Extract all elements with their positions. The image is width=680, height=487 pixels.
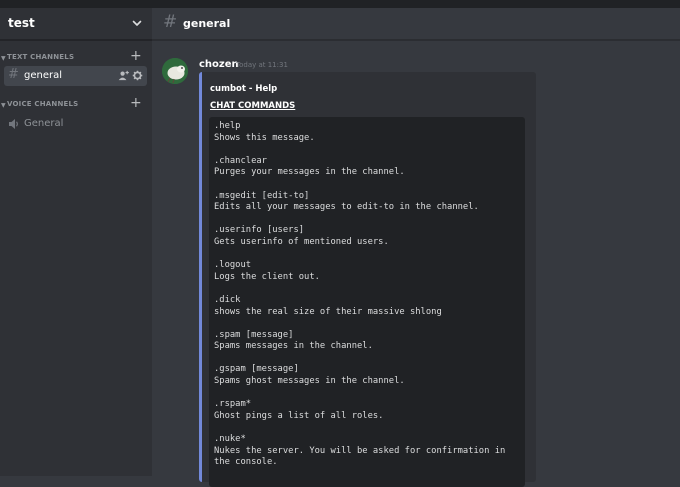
command-item: .userinfo [users] Gets userinfo of menti… [214,225,519,248]
channel-item-general[interactable]: # general [4,66,147,86]
command-description: Purges your messages in the channel. [214,167,405,178]
category-voice-channels[interactable]: ▼ VOICE CHANNELS + [0,96,152,112]
command-name: .spam [message] [214,329,294,340]
channel-header: # general [152,8,680,40]
command-name: .msgedit [edit-to] [214,190,310,201]
command-name: .rspam* [214,399,252,410]
command-description: Shows this message. [214,132,315,143]
channel-sidebar: test ▼ TEXT CHANNELS + # general ▼ VOICE… [0,8,152,476]
channel-name: General [24,118,64,129]
collapse-arrow-icon: ▼ [1,55,6,62]
category-label: VOICE CHANNELS [7,100,79,108]
command-list: .help Shows this message. .chanclear Pur… [214,121,519,480]
speaker-icon [9,119,18,129]
category-text-channels[interactable]: ▼ TEXT CHANNELS + [0,49,152,65]
gear-icon[interactable] [132,70,143,81]
create-channel-icon[interactable]: + [130,96,142,110]
command-item: .nuke* Nukes the server. You will be ask… [214,434,519,469]
command-item: .spam [message] Spams messages in the ch… [214,330,519,353]
command-description: shows the real size of their massive shl… [214,306,442,317]
embed-author: cumbot - Help [210,84,278,94]
command-name: .userinfo [users] [214,225,305,236]
command-name: .help [214,121,241,131]
avatar[interactable] [162,58,188,84]
command-item: .dick shows the real size of their massi… [214,295,519,318]
command-description: Logs the client out. [214,271,320,282]
collapse-arrow-icon: ▼ [1,102,6,109]
title-bar [0,0,680,8]
embed-accent-bar [199,72,202,482]
create-channel-icon[interactable]: + [130,49,142,63]
command-description: Edits all your messages to edit-to in th… [214,202,479,213]
command-name: .chanclear [214,155,267,166]
message-author[interactable]: chozen [199,59,239,70]
command-description: Spams ghost messages in the channel. [214,376,405,387]
command-item: .rspam* Ghost pings a list of all roles. [214,399,519,422]
command-item: .chanclear Purges your messages in the c… [214,156,519,179]
add-member-icon[interactable] [118,70,129,81]
channel-title: general [183,17,231,30]
command-name: .gspam [message] [214,364,299,375]
code-block: .help Shows this message. .chanclear Pur… [209,117,525,487]
hash-icon: # [8,67,19,82]
help-embed: cumbot - Help CHAT COMMANDS .help Shows … [199,72,536,487]
command-item: .msgedit [edit-to] Edits all your messag… [214,191,519,214]
command-description: Nukes the server. You will be asked for … [214,445,506,468]
command-name: .nuke* [214,434,246,445]
command-description: Ghost pings a list of all roles. [214,410,384,421]
hash-icon: # [163,12,178,32]
chevron-down-icon[interactable] [131,17,143,29]
command-item: .gspam [message] Spams ghost messages in… [214,364,519,387]
command-description: Spams messages in the channel. [214,341,373,352]
channel-name: general [24,70,63,81]
command-item: .help Shows this message. [214,121,519,144]
command-name: .logout [214,260,252,271]
chat-area: # general chozen Today at 11:31 cumbot -… [152,8,680,487]
message-timestamp: Today at 11:31 [236,61,288,69]
command-item: .logout Logs the client out. [214,260,519,283]
server-header[interactable]: test [0,8,152,40]
server-name: test [8,16,35,30]
embed-field-name: CHAT COMMANDS [210,101,296,111]
command-name: .dick [214,294,241,305]
channel-item-voice-general[interactable]: General [4,114,147,134]
command-description: Gets userinfo of mentioned users. [214,236,389,247]
category-label: TEXT CHANNELS [7,53,75,61]
